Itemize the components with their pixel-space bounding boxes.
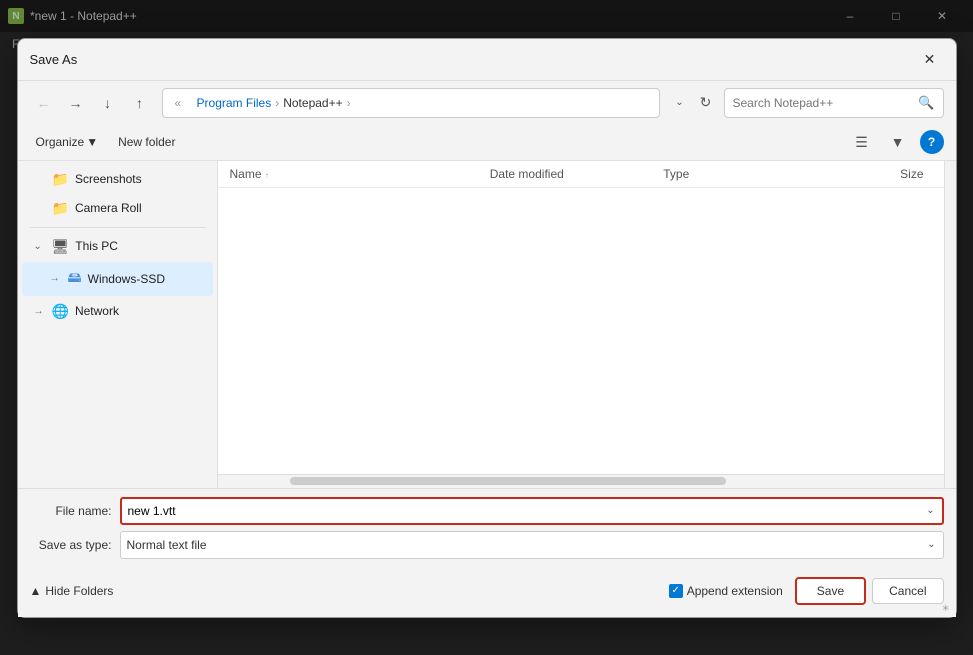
expand-arrow-this-pc: ⌄: [34, 241, 46, 252]
dialog-title: Save As: [30, 52, 916, 67]
savetype-label: Save as type:: [30, 538, 120, 552]
sidebar: 📁 Screenshots 📁 Camera Roll ⌄: [18, 161, 218, 488]
forward-button[interactable]: →: [62, 89, 90, 117]
file-list-header: Name ↑ Date modified Type Size: [218, 161, 944, 188]
network-icon: 🌐: [52, 303, 69, 320]
back-button[interactable]: ←: [30, 89, 58, 117]
hide-folders-arrow-icon: ▲: [30, 584, 42, 598]
breadcrumb-dropdown-button[interactable]: ⌄: [672, 89, 688, 117]
resize-handle[interactable]: ∗: [942, 603, 954, 615]
dialog-bottom: File name: ⌄ Save as type: Normal text f…: [18, 488, 956, 569]
filename-dropdown-button[interactable]: ⌄: [920, 498, 942, 524]
recent-button[interactable]: ↑: [126, 89, 154, 117]
dialog-titlebar: Save As ✕: [18, 39, 956, 81]
dialog-body: 📁 Screenshots 📁 Camera Roll ⌄: [18, 161, 956, 488]
help-button[interactable]: ?: [920, 130, 944, 154]
drive-icon-ssd: 🖴: [68, 267, 82, 291]
hscroll-thumb[interactable]: [290, 477, 726, 485]
col-header-size: Size: [837, 167, 932, 181]
breadcrumb-prefix: «: [175, 96, 182, 110]
file-toolbar: Organize ▼ New folder ☰ ▼ ?: [18, 125, 956, 161]
sidebar-label-camera-roll: Camera Roll: [75, 201, 142, 215]
organize-dropdown-icon: ▼: [86, 135, 98, 149]
savetype-text: Normal text file: [121, 538, 921, 552]
folder-icon-screenshots: 📁: [52, 171, 69, 188]
breadcrumb-bar: « Program Files › Notepad++ ›: [162, 88, 660, 118]
append-extension-checkbox-row: ✓ Append extension: [669, 584, 783, 598]
expand-arrow-network: →: [34, 306, 46, 317]
sidebar-label-screenshots: Screenshots: [75, 172, 142, 186]
sidebar-item-network[interactable]: → 🌐 Network: [22, 298, 213, 325]
sidebar-label-this-pc: This PC: [75, 239, 118, 253]
vertical-scrollbar[interactable]: [944, 161, 956, 488]
sort-arrow-icon: ↑: [265, 171, 269, 180]
savetype-row: Save as type: Normal text file ⌄: [30, 531, 944, 559]
cancel-button[interactable]: Cancel: [872, 578, 943, 604]
sidebar-item-this-pc[interactable]: ⌄ 🖥 This PC: [22, 233, 213, 260]
dialog-close-button[interactable]: ✕: [916, 45, 944, 73]
col-header-name[interactable]: Name ↑: [230, 167, 490, 181]
dialog-overlay: Save As ✕ ← → ↓ ↑ « Program Files › Note…: [0, 0, 973, 655]
view-dropdown-button[interactable]: ▼: [884, 128, 912, 156]
horizontal-scrollbar[interactable]: [218, 474, 944, 488]
filename-input-wrapper: ⌄: [120, 497, 944, 525]
search-icon: 🔍: [918, 95, 934, 111]
col-header-type: Type: [663, 167, 837, 181]
sidebar-label-windows-ssd: Windows-SSD: [88, 272, 165, 286]
file-list[interactable]: [218, 188, 944, 474]
filename-label: File name:: [30, 504, 120, 518]
view-options-button[interactable]: ☰: [848, 128, 876, 156]
search-input[interactable]: [733, 96, 919, 110]
filename-input[interactable]: [122, 504, 920, 518]
up-button[interactable]: ↓: [94, 89, 122, 117]
save-as-dialog: Save As ✕ ← → ↓ ↑ « Program Files › Note…: [17, 38, 957, 618]
organize-label: Organize: [36, 135, 85, 149]
append-extension-label: Append extension: [687, 584, 783, 598]
search-box: 🔍: [724, 88, 944, 118]
append-extension-checkbox[interactable]: ✓: [669, 584, 683, 598]
organize-button[interactable]: Organize ▼: [30, 132, 105, 152]
expand-arrow-ssd: →: [50, 273, 62, 284]
save-button[interactable]: Save: [795, 577, 866, 605]
savetype-dropdown-button[interactable]: ⌄: [921, 532, 943, 558]
refresh-button[interactable]: ↻: [692, 89, 720, 117]
sidebar-item-screenshots[interactable]: 📁 Screenshots: [22, 166, 213, 193]
folder-icon-camera-roll: 📁: [52, 200, 69, 217]
hide-folders-button[interactable]: ▲ Hide Folders: [30, 584, 114, 598]
main-content-area: Name ↑ Date modified Type Size: [218, 161, 944, 488]
dialog-toolbar: ← → ↓ ↑ « Program Files › Notepad++ › ⌄ …: [18, 81, 956, 125]
sidebar-label-network: Network: [75, 304, 119, 318]
breadcrumb-notepadpp[interactable]: Notepad++: [283, 96, 342, 110]
new-folder-button[interactable]: New folder: [112, 132, 181, 152]
sidebar-divider: [30, 227, 205, 228]
hide-folders-label: Hide Folders: [45, 584, 113, 598]
savetype-select-wrapper: Normal text file ⌄: [120, 531, 944, 559]
pc-icon: 🖥: [52, 238, 70, 255]
col-header-date: Date modified: [490, 167, 664, 181]
breadcrumb-program-files[interactable]: Program Files: [197, 96, 272, 110]
filename-row: File name: ⌄: [30, 497, 944, 525]
sidebar-item-windows-ssd[interactable]: → 🖴 Windows-SSD: [22, 262, 213, 296]
notepad-window: N *new 1 - Notepad++ – □ ✕ File Edit Sea…: [0, 0, 973, 655]
sidebar-item-camera-roll[interactable]: 📁 Camera Roll: [22, 195, 213, 222]
dialog-footer: ▲ Hide Folders ✓ Append extension Save C…: [18, 569, 956, 617]
